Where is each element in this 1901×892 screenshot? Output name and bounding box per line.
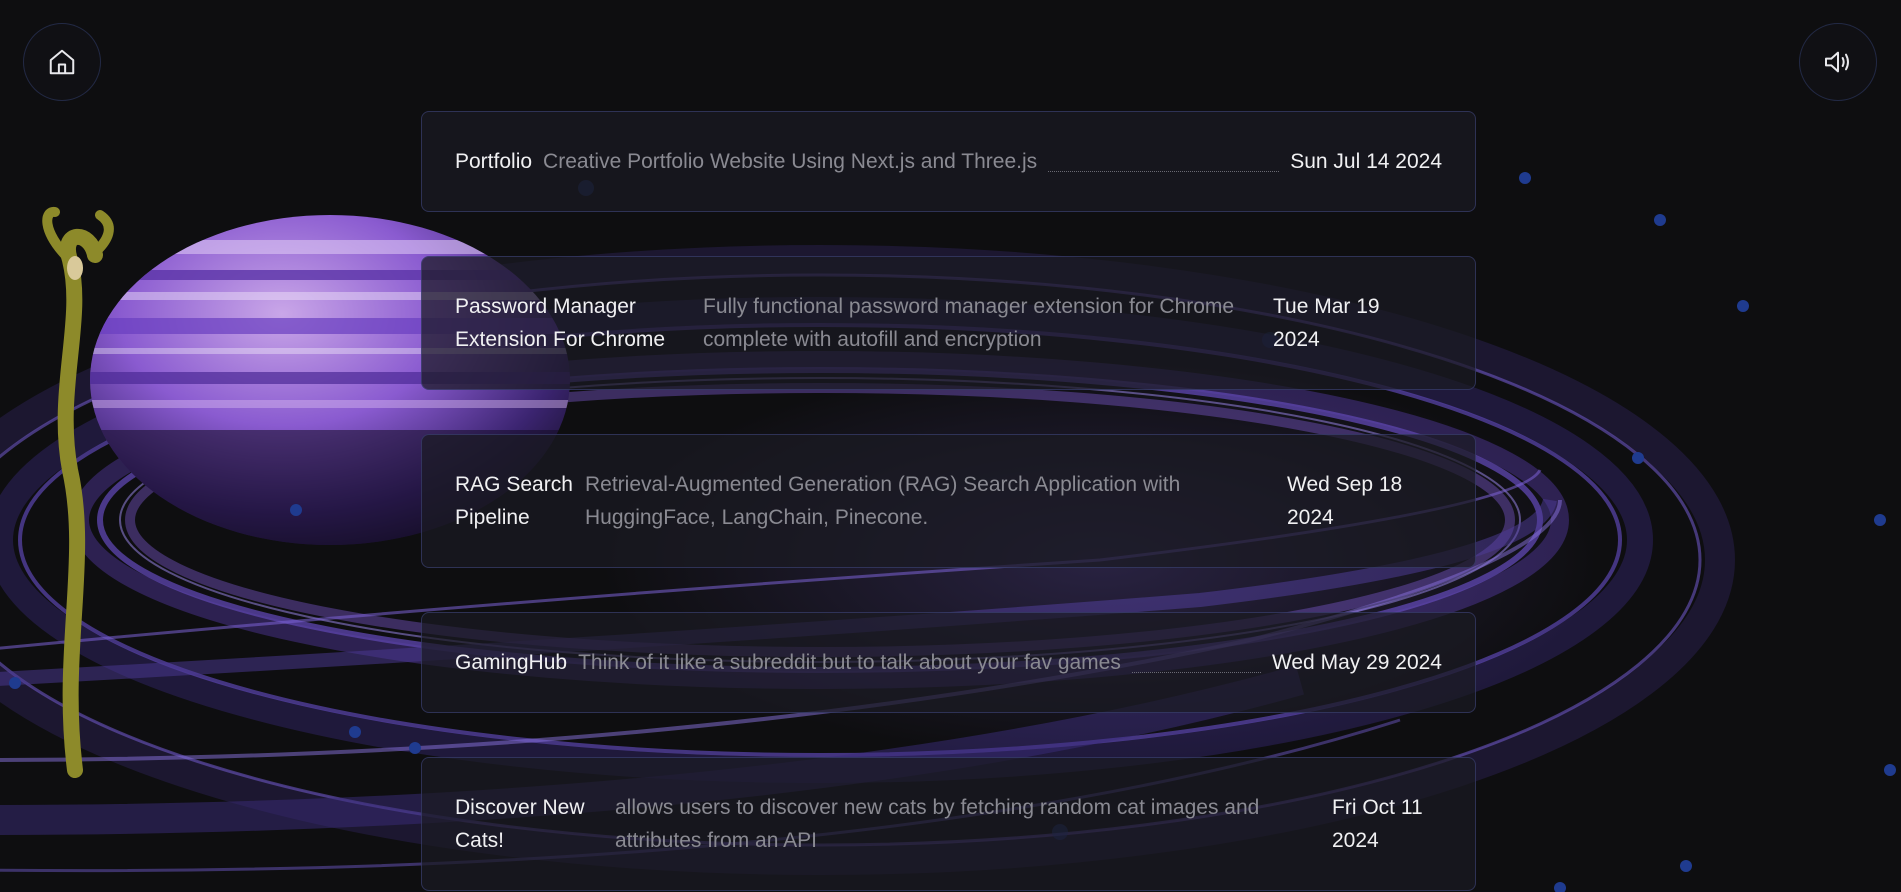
project-card-password-manager[interactable]: Password Manager Extension For Chrome Fu… — [421, 256, 1476, 390]
project-title: Password Manager Extension For Chrome — [455, 295, 666, 351]
project-description: Fully functional password manager extens… — [703, 295, 1235, 351]
project-date: Wed Sep 18 2024 — [1287, 473, 1403, 529]
project-card-gaminghub[interactable]: GamingHub Think of it like a subreddit b… — [421, 612, 1476, 713]
project-card-rag-search[interactable]: RAG Search Pipeline Retrieval-Augmented … — [421, 434, 1476, 568]
project-description: Retrieval-Augmented Generation (RAG) Sea… — [585, 473, 1181, 529]
project-date: Tue Mar 19 2024 — [1273, 295, 1380, 351]
projects-page: Portfolio Creative Portfolio Website Usi… — [0, 0, 1901, 892]
home-button[interactable] — [23, 23, 101, 101]
project-date: Fri Oct 11 2024 — [1332, 796, 1423, 852]
project-description: Creative Portfolio Website Using Next.js… — [543, 150, 1038, 173]
project-card-portfolio[interactable]: Portfolio Creative Portfolio Website Usi… — [421, 111, 1476, 212]
project-title: GamingHub — [455, 651, 568, 674]
project-title: Portfolio — [455, 150, 533, 173]
dotted-leader — [1131, 672, 1261, 673]
project-date: Sun Jul 14 2024 — [1290, 150, 1442, 173]
home-icon — [49, 49, 75, 75]
project-description: allows users to discover new cats by fet… — [615, 796, 1260, 852]
project-description: Think of it like a subreddit but to talk… — [578, 651, 1121, 674]
project-date: Wed May 29 2024 — [1271, 651, 1442, 674]
project-title: RAG Search Pipeline — [455, 473, 573, 529]
project-card-discover-cats[interactable]: Discover New Cats! allows users to disco… — [421, 757, 1476, 891]
speaker-on-icon — [1825, 51, 1849, 73]
sound-toggle-button[interactable] — [1799, 23, 1877, 101]
dotted-leader — [1048, 171, 1280, 172]
project-title: Discover New Cats! — [455, 796, 585, 852]
